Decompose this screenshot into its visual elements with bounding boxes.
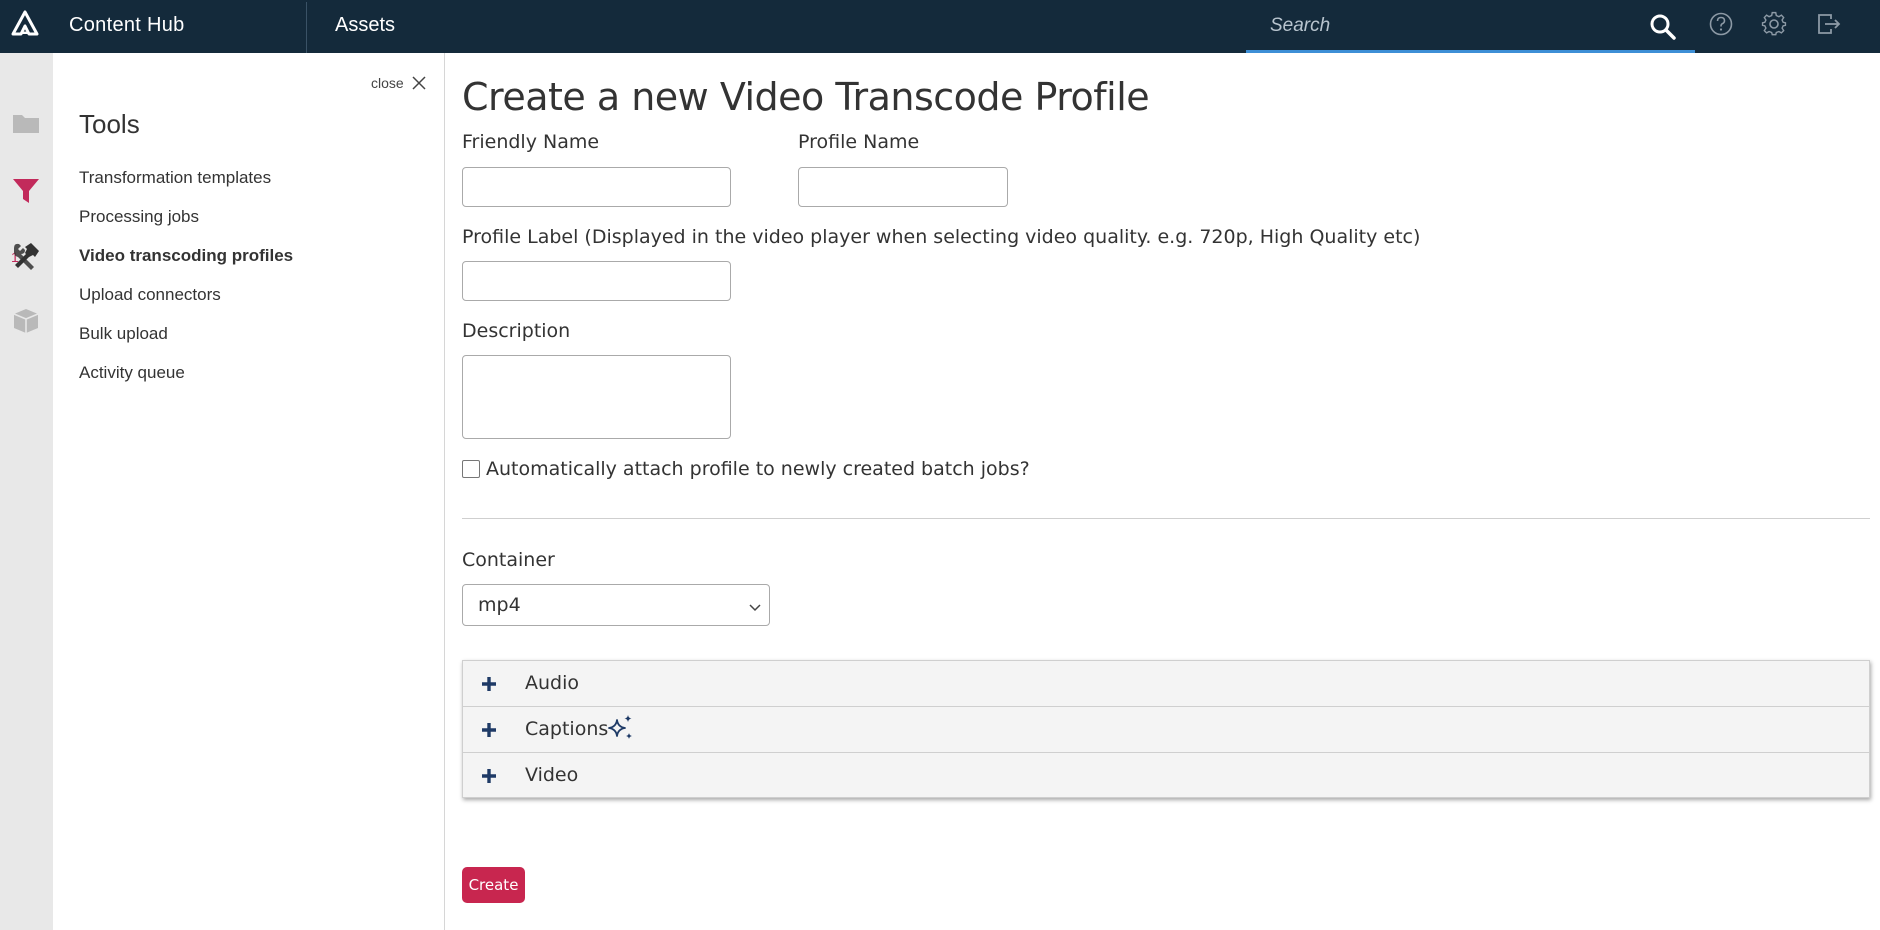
- filter-icon[interactable]: [10, 174, 42, 206]
- close-label: close: [371, 75, 404, 91]
- close-icon: [412, 76, 426, 90]
- sparkle-icon: [608, 715, 632, 739]
- chevron-down-icon: [749, 604, 761, 612]
- close-tools-button[interactable]: close: [371, 75, 426, 91]
- settings-accordion: Audio Captions Video: [462, 660, 1870, 798]
- tools-item-video-transcoding-profiles[interactable]: Video transcoding profiles: [79, 236, 293, 275]
- container-select-value: mp4: [478, 594, 521, 616]
- accordion-captions[interactable]: Captions: [463, 707, 1869, 753]
- help-icon[interactable]: [1707, 10, 1735, 38]
- section-divider: [462, 518, 1870, 519]
- search-icon[interactable]: [1648, 12, 1678, 42]
- logout-icon[interactable]: [1814, 10, 1842, 38]
- plus-icon: [482, 769, 496, 783]
- section-title-assets[interactable]: Assets: [335, 14, 395, 37]
- auto-attach-checkbox[interactable]: [462, 460, 480, 478]
- tools-panel: close Tools Transformation templates Pro…: [53, 53, 445, 930]
- tools-item-activity-queue[interactable]: Activity queue: [79, 353, 293, 392]
- search-input[interactable]: [1270, 12, 1630, 40]
- accordion-video[interactable]: Video: [463, 753, 1869, 799]
- container-select[interactable]: mp4: [462, 584, 770, 626]
- tools-item-processing-jobs[interactable]: Processing jobs: [79, 197, 293, 236]
- left-rail: 1: [0, 53, 53, 930]
- app-title[interactable]: Content Hub: [69, 14, 185, 37]
- friendly-name-input[interactable]: [462, 167, 731, 207]
- description-textarea[interactable]: [462, 355, 731, 439]
- tools-title: Tools: [79, 109, 140, 139]
- container-label: Container: [462, 549, 555, 571]
- create-profile-form: Create a new Video Transcode Profile Fri…: [462, 53, 1880, 930]
- accordion-audio[interactable]: Audio: [463, 661, 1869, 707]
- tools-menu: Transformation templates Processing jobs…: [79, 158, 293, 392]
- package-icon[interactable]: [10, 305, 42, 337]
- profile-label-label: Profile Label (Displayed in the video pl…: [462, 226, 1421, 248]
- accordion-video-label: Video: [525, 764, 579, 786]
- plus-icon: [482, 723, 496, 737]
- create-button[interactable]: Create: [462, 867, 525, 903]
- folder-icon[interactable]: [10, 107, 42, 139]
- settings-icon[interactable]: [1760, 10, 1788, 38]
- profile-name-input[interactable]: [798, 167, 1008, 207]
- tools-icon[interactable]: [10, 240, 42, 272]
- tools-item-bulk-upload[interactable]: Bulk upload: [79, 314, 293, 353]
- auto-attach-label[interactable]: Automatically attach profile to newly cr…: [486, 458, 1030, 480]
- plus-icon: [482, 677, 496, 691]
- friendly-name-label: Friendly Name: [462, 131, 600, 153]
- logo-icon[interactable]: [10, 10, 40, 38]
- topbar-divider: [306, 2, 307, 53]
- search-bar: [1246, 0, 1695, 53]
- tools-item-transformation-templates[interactable]: Transformation templates: [79, 158, 293, 197]
- auto-attach-row: Automatically attach profile to newly cr…: [462, 458, 1030, 480]
- top-bar: Content Hub Assets: [0, 0, 1880, 53]
- description-label: Description: [462, 320, 571, 342]
- accordion-captions-label: Captions: [525, 718, 609, 740]
- page-title: Create a new Video Transcode Profile: [462, 75, 1150, 119]
- tools-item-upload-connectors[interactable]: Upload connectors: [79, 275, 293, 314]
- profile-label-input[interactable]: [462, 261, 731, 301]
- accordion-audio-label: Audio: [525, 672, 580, 694]
- profile-name-label: Profile Name: [798, 131, 920, 153]
